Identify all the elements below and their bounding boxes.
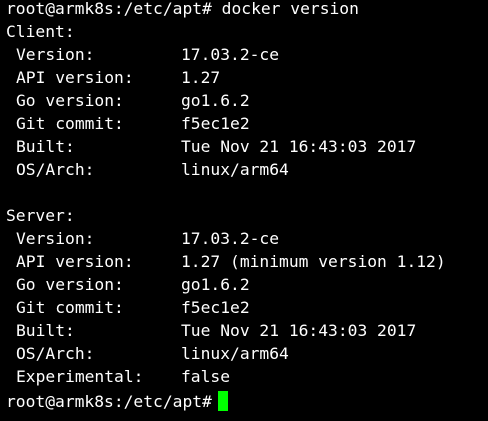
server-key: Built: xyxy=(16,322,75,340)
terminal-window[interactable]: root@armk8s:/etc/apt# docker version Cli… xyxy=(0,0,488,421)
client-key: OS/Arch: xyxy=(16,161,95,179)
client-key: Go version: xyxy=(16,92,124,110)
server-value: Tue Nov 21 16:43:03 2017 xyxy=(181,322,417,340)
command-text: docker version xyxy=(221,0,359,18)
prompt: root@armk8s:/etc/apt# xyxy=(6,0,212,18)
command-line: root@armk8s:/etc/apt# docker version xyxy=(6,0,488,23)
server-value: f5ec1e2 xyxy=(181,299,250,317)
client-row: Version: 17.03.2-ce xyxy=(6,46,488,69)
prompt-line[interactable]: root@armk8s:/etc/apt# xyxy=(6,391,488,414)
client-value: f5ec1e2 xyxy=(181,115,250,133)
server-row: Built: Tue Nov 21 16:43:03 2017 xyxy=(6,322,488,345)
server-value: false xyxy=(181,368,231,386)
client-key: Built: xyxy=(16,138,75,156)
server-key: Go version: xyxy=(16,276,124,294)
client-value: go1.6.2 xyxy=(181,92,250,110)
client-row: Built: Tue Nov 21 16:43:03 2017 xyxy=(6,138,488,161)
client-value: 1.27 xyxy=(181,69,221,87)
client-row: Git commit: f5ec1e2 xyxy=(6,115,488,138)
server-value: go1.6.2 xyxy=(181,276,250,294)
server-key: Version: xyxy=(16,230,95,248)
server-value: 1.27 (minimum version 1.12) xyxy=(181,253,446,271)
client-header: Client: xyxy=(6,23,75,41)
server-row: Go version: go1.6.2 xyxy=(6,276,488,299)
server-row: Version: 17.03.2-ce xyxy=(6,230,488,253)
server-header: Server: xyxy=(6,207,75,225)
client-row: API version: 1.27 xyxy=(6,69,488,92)
server-value: 17.03.2-ce xyxy=(181,230,280,248)
client-value: Tue Nov 21 16:43:03 2017 xyxy=(181,138,417,156)
prompt: root@armk8s:/etc/apt# xyxy=(6,392,212,411)
server-row: Experimental: false xyxy=(6,368,488,391)
server-key: API version: xyxy=(16,253,134,271)
server-key: Git commit: xyxy=(16,299,124,317)
server-row: Git commit: f5ec1e2 xyxy=(6,299,488,322)
client-key: Version: xyxy=(16,46,95,64)
client-value: linux/arm64 xyxy=(181,161,289,179)
server-key: Experimental: xyxy=(16,368,144,386)
client-key: Git commit: xyxy=(16,115,124,133)
client-value: 17.03.2-ce xyxy=(181,46,280,64)
server-key: OS/Arch: xyxy=(16,345,95,363)
text-cursor xyxy=(217,391,228,411)
client-key: API version: xyxy=(16,69,134,87)
server-row: API version: 1.27 (minimum version 1.12) xyxy=(6,253,488,276)
client-row: OS/Arch: linux/arm64 xyxy=(6,161,488,184)
server-row: OS/Arch: linux/arm64 xyxy=(6,345,488,368)
server-value: linux/arm64 xyxy=(181,345,289,363)
client-row: Go version: go1.6.2 xyxy=(6,92,488,115)
